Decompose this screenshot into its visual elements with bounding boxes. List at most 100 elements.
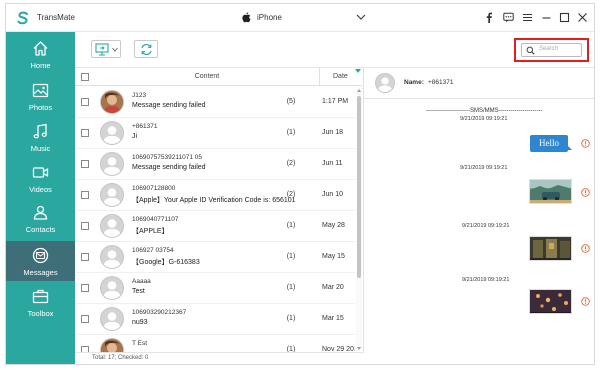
avatar bbox=[100, 121, 124, 145]
message-count: (1) bbox=[286, 284, 296, 291]
avatar bbox=[100, 214, 124, 238]
message-count: (2) bbox=[286, 191, 296, 198]
video-icon bbox=[32, 167, 49, 178]
chat-feedback-icon[interactable] bbox=[503, 12, 514, 23]
sidebar-item-contacts[interactable]: Contacts bbox=[6, 198, 75, 238]
contact-name: 10690757539211071 05 bbox=[132, 154, 203, 161]
sidebar: Home Photos Music Videos Contacts Messag… bbox=[6, 32, 75, 364]
scroll-down-icon[interactable] bbox=[357, 346, 361, 351]
contact-name: +861371 bbox=[132, 123, 158, 130]
scrollbar-thumb[interactable] bbox=[357, 96, 361, 278]
photo-icon bbox=[32, 83, 49, 98]
avatar bbox=[100, 183, 124, 207]
chevron-down-icon bbox=[112, 47, 118, 52]
music-icon bbox=[33, 123, 47, 139]
list-item[interactable]: 106927 03754 【Google】G-616383 (1) May 15 bbox=[75, 242, 355, 273]
contact-name: 106927 03754 bbox=[132, 247, 174, 254]
row-checkbox[interactable] bbox=[81, 284, 89, 292]
lantern-photo-image bbox=[530, 290, 571, 313]
maximize-icon[interactable] bbox=[559, 12, 570, 23]
sidebar-item-toolbox[interactable]: Toolbox bbox=[6, 282, 75, 322]
app-name: TransMate bbox=[37, 13, 75, 22]
avatar bbox=[100, 307, 124, 331]
detail-header: Name: +861371 bbox=[364, 68, 594, 99]
toolbar: Search bbox=[75, 32, 594, 68]
message-count: (5) bbox=[286, 98, 296, 105]
facebook-icon[interactable] bbox=[484, 12, 495, 23]
device-selector[interactable]: iPhone bbox=[242, 12, 366, 26]
search-icon bbox=[526, 46, 535, 55]
list-item[interactable]: Aaaaa Test (1) Mar 20 bbox=[75, 273, 355, 304]
list-item[interactable]: T Est(1)Nov 29 2018 bbox=[75, 335, 355, 352]
home-icon bbox=[33, 41, 48, 56]
contact-name: 106907128800 bbox=[132, 185, 176, 192]
person-icon bbox=[103, 219, 121, 237]
list-item[interactable]: 10690757539211071 05 Message sending fail… bbox=[75, 149, 355, 180]
row-checkbox[interactable] bbox=[81, 315, 89, 323]
sidebar-item-photos[interactable]: Photos bbox=[6, 76, 75, 116]
error-icon[interactable] bbox=[581, 139, 590, 148]
person-icon bbox=[103, 281, 121, 299]
sidebar-item-home[interactable]: Home bbox=[6, 34, 75, 74]
minimize-icon[interactable] bbox=[541, 12, 552, 23]
export-to-pc-button[interactable] bbox=[91, 40, 121, 58]
row-checkbox[interactable] bbox=[81, 191, 89, 199]
scroll-up-icon[interactable] bbox=[357, 88, 361, 93]
error-icon[interactable] bbox=[581, 297, 590, 306]
contact-name: Aaaaa bbox=[132, 278, 151, 285]
message-date: Mar 15 bbox=[322, 315, 344, 322]
message-preview: Message sending failed bbox=[132, 102, 206, 109]
sidebar-item-label: Home bbox=[30, 61, 51, 70]
avatar bbox=[375, 73, 395, 93]
row-checkbox[interactable] bbox=[81, 253, 89, 261]
apple-icon bbox=[242, 12, 251, 23]
building-photo-image bbox=[530, 237, 571, 260]
list-item[interactable]: 1069040771107 【APPLE】 (1) May 28 bbox=[75, 211, 355, 242]
row-checkbox[interactable] bbox=[81, 98, 89, 106]
message-count: (1) bbox=[286, 222, 296, 229]
close-icon[interactable] bbox=[577, 12, 588, 23]
image-attachment-building[interactable] bbox=[529, 236, 572, 261]
sidebar-item-music[interactable]: Music bbox=[6, 117, 75, 157]
list-item[interactable]: 106907128800 【Apple】Your Apple ID Verific… bbox=[75, 180, 355, 211]
message-date: May 28 bbox=[322, 222, 345, 229]
sidebar-item-messages[interactable]: Messages bbox=[6, 241, 75, 281]
error-icon[interactable] bbox=[581, 188, 590, 197]
search-placeholder: Search bbox=[539, 46, 559, 52]
sidebar-item-label: Music bbox=[30, 144, 51, 153]
message-preview: Message sending failed bbox=[132, 164, 206, 171]
sidebar-item-label: Contacts bbox=[25, 225, 56, 234]
message-count: (2) bbox=[286, 160, 296, 167]
person-icon bbox=[103, 312, 121, 330]
refresh-button[interactable] bbox=[134, 40, 158, 58]
list-item[interactable]: J123 Message sending failed (5) 1:17 PM bbox=[75, 87, 355, 118]
avatar bbox=[100, 245, 124, 269]
contact-name: 1069040771107 bbox=[132, 216, 179, 223]
message-count: (1) bbox=[286, 129, 296, 136]
image-attachment-lanterns[interactable] bbox=[529, 289, 572, 314]
row-checkbox[interactable] bbox=[81, 160, 89, 168]
message-timestamp: 9/21/2019 09:19:21 bbox=[462, 277, 510, 283]
person-icon bbox=[103, 157, 121, 175]
list-item[interactable]: 106903290212367 nu93 (1) Mar 15 bbox=[75, 304, 355, 335]
sidebar-item-videos[interactable]: Videos bbox=[6, 158, 75, 198]
message-bubble[interactable]: Hello bbox=[530, 135, 568, 152]
sidebar-item-label: Messages bbox=[23, 268, 58, 277]
landscape-photo-image bbox=[530, 180, 571, 203]
search-input[interactable]: Search bbox=[521, 43, 582, 57]
error-icon[interactable] bbox=[581, 244, 590, 253]
image-attachment-landscape[interactable] bbox=[529, 179, 572, 204]
message-date: Jun 10 bbox=[322, 191, 344, 198]
contact-photo bbox=[101, 339, 123, 352]
sort-desc-icon bbox=[355, 69, 361, 73]
conversation-list: Content Date J123 Message sending failed(… bbox=[75, 68, 364, 352]
sidebar-item-label: Photos bbox=[28, 103, 53, 112]
menu-icon[interactable] bbox=[522, 12, 533, 23]
row-checkbox[interactable] bbox=[81, 129, 89, 137]
row-checkbox[interactable] bbox=[81, 222, 89, 230]
app-logo-icon bbox=[17, 11, 28, 25]
message-count: (1) bbox=[286, 315, 296, 322]
name-label: Name: bbox=[404, 79, 424, 86]
person-icon bbox=[103, 188, 121, 206]
list-item[interactable]: +861371 Ji (1) Jun 18 bbox=[75, 118, 355, 149]
